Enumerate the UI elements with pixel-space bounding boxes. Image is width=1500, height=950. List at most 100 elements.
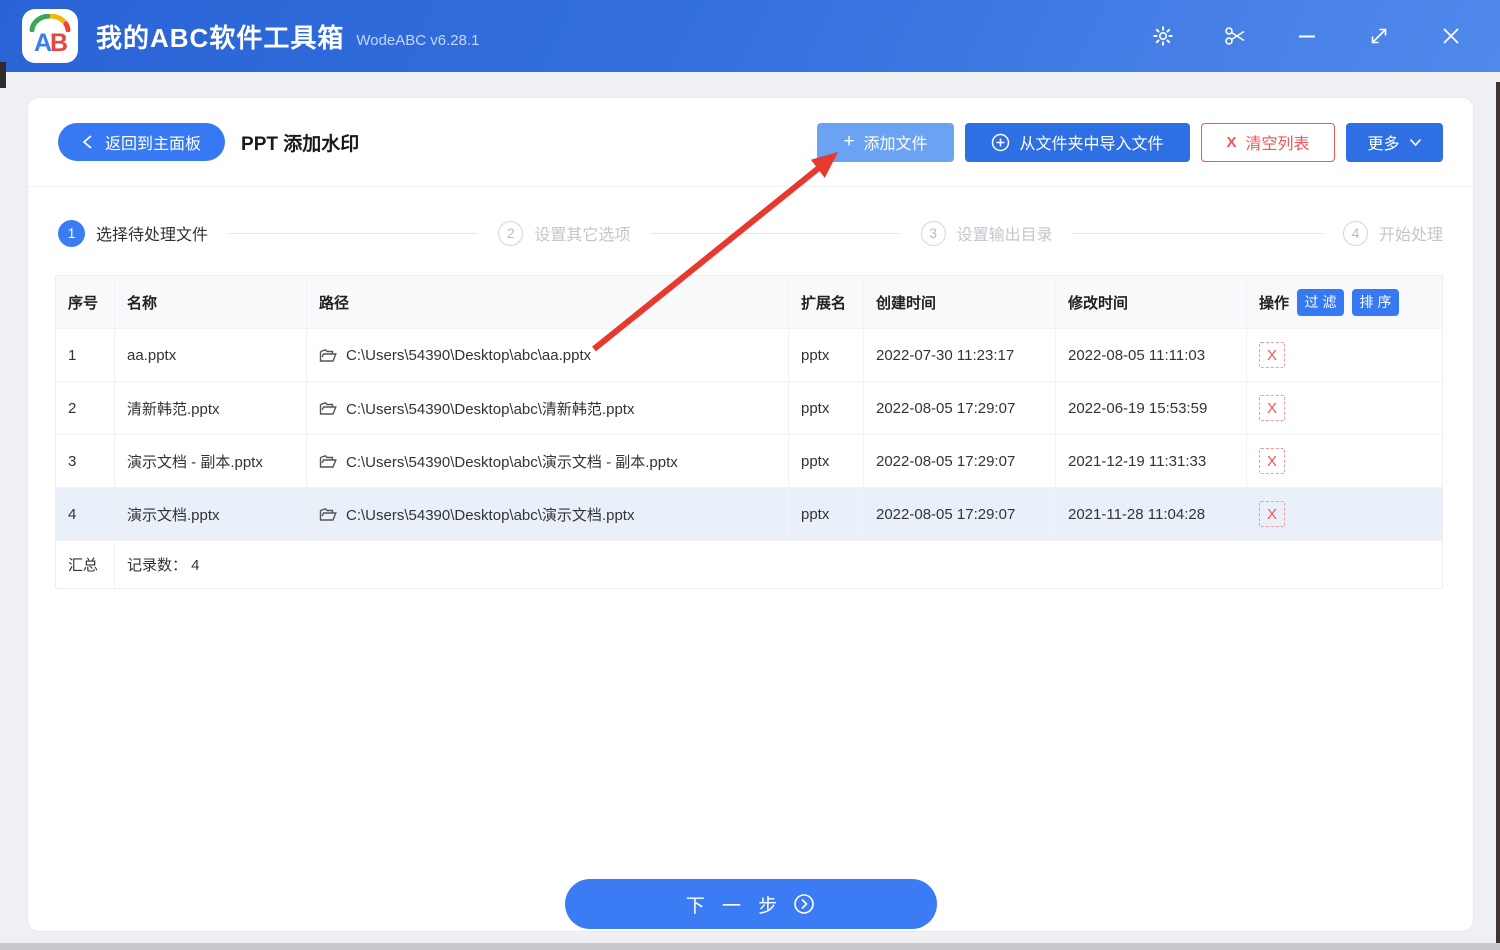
cell-ext: pptx bbox=[789, 488, 864, 540]
table-row[interactable]: 4 演示文档.pptx C:\Users\54390\Desktop\abc\演… bbox=[56, 487, 1442, 540]
plus-icon: + bbox=[843, 131, 855, 152]
app-logo: AB bbox=[22, 9, 78, 63]
more-button[interactable]: 更多 bbox=[1346, 122, 1443, 162]
step-4-label: 开始处理 bbox=[1378, 227, 1443, 244]
minimize-icon bbox=[1299, 35, 1315, 38]
app-version: WodeABC v6.28.1 bbox=[356, 31, 480, 49]
toolbar: 返回到主面板 PPT 添加水印 + 添加文件 从文件夹中导入文件 X 清空列表 bbox=[28, 98, 1473, 187]
cell-name: 演示文档 - 副本.pptx bbox=[115, 435, 307, 487]
step-connector bbox=[1072, 232, 1323, 234]
cell-name: 演示文档.pptx bbox=[115, 488, 307, 540]
cell-ext: pptx bbox=[789, 382, 864, 434]
page-title: PPT 添加水印 bbox=[241, 133, 360, 155]
cell-modified: 2022-08-05 11:11:03 bbox=[1056, 329, 1247, 381]
chevron-left-icon bbox=[82, 135, 92, 149]
step-other-options: 2 设置其它选项 bbox=[498, 220, 631, 246]
delete-row-button[interactable]: X bbox=[1259, 342, 1285, 368]
cell-index: 4 bbox=[56, 488, 115, 540]
screenshot-button[interactable] bbox=[1222, 23, 1248, 49]
table-row[interactable]: 1 aa.pptx C:\Users\54390\Desktop\abc\aa.… bbox=[56, 328, 1442, 381]
folder-icon bbox=[319, 401, 337, 415]
cell-path: C:\Users\54390\Desktop\abc\aa.pptx bbox=[307, 329, 789, 381]
step-2-label: 设置其它选项 bbox=[534, 227, 631, 244]
cell-created: 2022-08-05 17:29:07 bbox=[864, 382, 1056, 434]
step-3-label: 设置输出目录 bbox=[956, 227, 1053, 244]
cell-index: 3 bbox=[56, 435, 115, 487]
step-select-files: 1 选择待处理文件 bbox=[58, 219, 209, 247]
cell-modified: 2022-06-19 15:53:59 bbox=[1056, 382, 1247, 434]
back-button-label: 返回到主面板 bbox=[105, 136, 202, 153]
header-name: 名称 bbox=[115, 276, 307, 328]
next-step-label: 下 一 步 bbox=[685, 895, 784, 917]
step-1-label: 选择待处理文件 bbox=[96, 227, 209, 244]
cell-index: 2 bbox=[56, 382, 115, 434]
folder-icon bbox=[319, 507, 337, 521]
cell-path: C:\Users\54390\Desktop\abc\清新韩范.pptx bbox=[307, 382, 789, 434]
cell-path: C:\Users\54390\Desktop\abc\演示文档 - 副本.ppt… bbox=[307, 435, 789, 487]
clear-x-icon: X bbox=[1226, 133, 1237, 151]
main-panel: 返回到主面板 PPT 添加水印 + 添加文件 从文件夹中导入文件 X 清空列表 bbox=[27, 97, 1474, 932]
step-2-circle: 2 bbox=[498, 220, 524, 246]
file-table: 序号 名称 路径 扩展名 创建时间 修改时间 操作 过滤 排序 1 aa.ppt… bbox=[55, 275, 1443, 589]
step-1-circle: 1 bbox=[58, 219, 85, 247]
header-path: 路径 bbox=[307, 276, 789, 328]
add-files-button[interactable]: + 添加文件 bbox=[817, 122, 954, 162]
import-from-folder-button[interactable]: 从文件夹中导入文件 bbox=[965, 122, 1190, 162]
resize-icon bbox=[1371, 28, 1387, 44]
path-text: C:\Users\54390\Desktop\abc\清新韩范.pptx bbox=[346, 400, 635, 418]
header-index: 序号 bbox=[56, 276, 115, 328]
cell-modified: 2021-12-19 11:31:33 bbox=[1056, 435, 1247, 487]
table-summary-row: 汇总 记录数： 4 bbox=[56, 540, 1442, 588]
close-button[interactable] bbox=[1438, 23, 1464, 49]
background-window-edge-left bbox=[0, 62, 6, 88]
scissors-icon bbox=[1225, 27, 1245, 45]
titlebar: AB 我的ABC软件工具箱 WodeABC v6.28.1 bbox=[0, 0, 1500, 72]
circle-arrow-right-icon bbox=[794, 894, 815, 914]
delete-row-button[interactable]: X bbox=[1259, 395, 1285, 421]
chevron-down-icon bbox=[1409, 138, 1421, 146]
table-row[interactable]: 2 清新韩范.pptx C:\Users\54390\Desktop\abc\清… bbox=[56, 381, 1442, 434]
cell-created: 2022-08-05 17:29:07 bbox=[864, 435, 1056, 487]
step-connector bbox=[228, 232, 479, 234]
summary-label: 汇总 bbox=[56, 541, 115, 588]
circle-plus-icon bbox=[992, 133, 1010, 151]
delete-row-button[interactable]: X bbox=[1259, 501, 1285, 527]
path-text: C:\Users\54390\Desktop\abc\aa.pptx bbox=[346, 346, 592, 364]
cell-ext: pptx bbox=[789, 435, 864, 487]
header-created: 创建时间 bbox=[864, 276, 1056, 328]
step-start-process: 4 开始处理 bbox=[1342, 220, 1443, 246]
cell-path: C:\Users\54390\Desktop\abc\演示文档.pptx bbox=[307, 488, 789, 540]
cell-name: aa.pptx bbox=[115, 329, 307, 381]
app-title: 我的ABC软件工具箱 bbox=[96, 22, 345, 53]
clear-list-label: 清空列表 bbox=[1245, 136, 1310, 153]
table-row[interactable]: 3 演示文档 - 副本.pptx C:\Users\54390\Desktop\… bbox=[56, 434, 1442, 487]
filter-button[interactable]: 过滤 bbox=[1297, 288, 1345, 316]
back-to-dashboard-button[interactable]: 返回到主面板 bbox=[58, 123, 226, 161]
add-files-label: 添加文件 bbox=[863, 136, 928, 153]
step-connector bbox=[650, 232, 901, 234]
folder-icon bbox=[319, 454, 337, 468]
clear-list-button[interactable]: X 清空列表 bbox=[1201, 122, 1335, 162]
sort-button[interactable]: 排序 bbox=[1352, 288, 1400, 316]
step-3-circle: 3 bbox=[920, 220, 946, 246]
settings-button[interactable] bbox=[1150, 23, 1176, 49]
step-output-dir: 3 设置输出目录 bbox=[920, 220, 1053, 246]
cell-modified: 2021-11-28 11:04:28 bbox=[1056, 488, 1247, 540]
header-ext: 扩展名 bbox=[789, 276, 864, 328]
summary-record-count: 记录数： 4 bbox=[127, 557, 200, 574]
cell-index: 1 bbox=[56, 329, 115, 381]
step-indicator: 1 选择待处理文件 2 设置其它选项 3 设置输出目录 4 开始处理 bbox=[28, 213, 1473, 253]
cell-created: 2022-07-30 11:23:17 bbox=[864, 329, 1056, 381]
maximize-button[interactable] bbox=[1366, 23, 1392, 49]
cell-ext: pptx bbox=[789, 329, 864, 381]
path-text: C:\Users\54390\Desktop\abc\演示文档.pptx bbox=[346, 506, 635, 524]
folder-icon bbox=[319, 348, 337, 362]
minimize-button[interactable] bbox=[1294, 23, 1320, 49]
close-icon bbox=[1443, 28, 1459, 44]
delete-row-button[interactable]: X bbox=[1259, 448, 1285, 474]
cell-name: 清新韩范.pptx bbox=[115, 382, 307, 434]
next-step-button[interactable]: 下 一 步 bbox=[564, 879, 937, 929]
gear-icon bbox=[1153, 26, 1173, 46]
table-header-row: 序号 名称 路径 扩展名 创建时间 修改时间 操作 过滤 排序 bbox=[56, 276, 1442, 328]
import-folder-label: 从文件夹中导入文件 bbox=[1019, 136, 1164, 153]
